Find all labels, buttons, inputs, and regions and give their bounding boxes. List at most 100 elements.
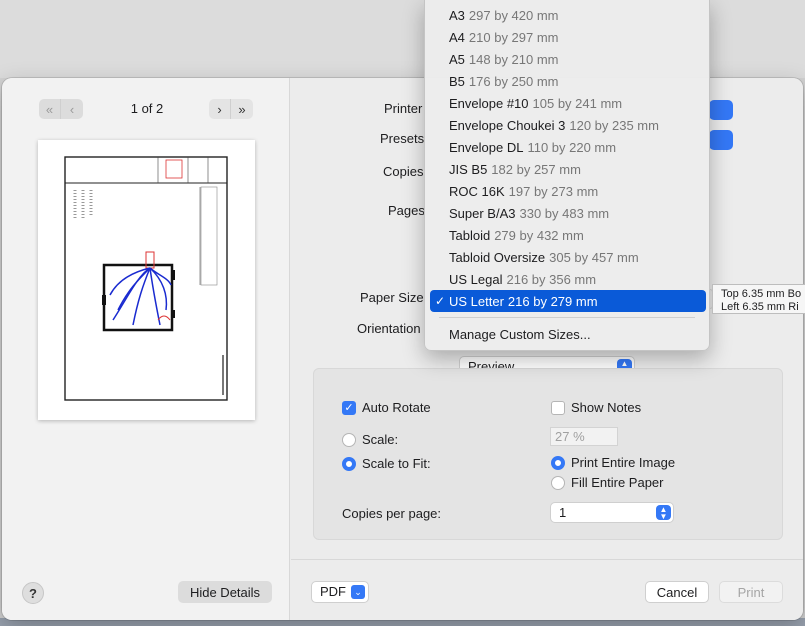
menu-item-a3[interactable]: A3 297 by 420 mm: [430, 4, 706, 26]
previous-page-button[interactable]: ‹: [61, 99, 83, 119]
printer-label: Printer: [384, 101, 423, 116]
presets-label: Presets: [380, 131, 425, 146]
pdf-menu-button[interactable]: PDF ⌄: [311, 581, 369, 603]
menu-item-envelope-dl[interactable]: Envelope DL 110 by 220 mm: [430, 136, 706, 158]
preview-options-panel: ✓ Auto Rotate Show Notes Scale: 27 % Sca…: [313, 368, 783, 540]
manage-custom-sizes-item[interactable]: Manage Custom Sizes...: [430, 323, 706, 345]
pdf-button-label: PDF: [320, 584, 346, 599]
print-button[interactable]: Print: [719, 581, 783, 603]
page-nav-back-group: « ‹: [39, 99, 83, 119]
hide-details-button[interactable]: Hide Details: [178, 581, 272, 603]
menu-item-dim: 110 by 220 mm: [527, 139, 617, 155]
menu-item-name: Super B/A3: [449, 205, 516, 221]
cancel-button[interactable]: Cancel: [645, 581, 709, 603]
menu-item-name: A4: [449, 29, 465, 45]
menu-item-roc-16k[interactable]: ROC 16K 197 by 273 mm: [430, 180, 706, 202]
help-button[interactable]: ?: [22, 582, 44, 604]
scale-row[interactable]: Scale:: [342, 432, 398, 447]
auto-rotate-checkbox[interactable]: ✓: [342, 400, 356, 415]
fill-entire-paper-label: Fill Entire Paper: [571, 475, 664, 490]
menu-item-name: Manage Custom Sizes...: [449, 326, 591, 342]
menu-item-dim: 216 by 279 mm: [507, 293, 598, 309]
menu-item-envelope-choukei-3[interactable]: Envelope Choukei 3 120 by 235 mm: [430, 114, 706, 136]
menu-item-name: Envelope Choukei 3: [449, 117, 566, 133]
copies-per-page-value: 1: [559, 505, 567, 520]
chevron-right-icon: ›: [217, 101, 222, 117]
menu-item-dim: 197 by 273 mm: [508, 183, 599, 199]
menu-item-name: ROC 16K: [449, 183, 505, 199]
copies-per-page-popup[interactable]: 1 ▲ ▼: [550, 502, 674, 523]
scale-radio[interactable]: [342, 432, 356, 447]
show-notes-checkbox[interactable]: [551, 400, 565, 415]
orientation-label: Orientation: [357, 321, 421, 336]
paper-size-menu: A3 297 by 420 mm A4 210 by 297 mm A5 148 by…: [424, 0, 710, 351]
printer-popup[interactable]: [709, 100, 733, 120]
menu-item-dim: 330 by 483 mm: [519, 205, 610, 221]
menu-item-name: B5: [449, 73, 465, 89]
menu-item-name: US Legal: [449, 271, 503, 287]
menu-item-us-legal[interactable]: US Legal 216 by 356 mm: [430, 268, 706, 290]
print-entire-image-row[interactable]: Print Entire Image: [551, 455, 675, 470]
checkmark-icon: ✓: [435, 294, 446, 308]
fill-entire-paper-row[interactable]: Fill Entire Paper: [551, 475, 663, 490]
presets-popup[interactable]: [709, 130, 733, 150]
menu-item-dim: 105 by 241 mm: [532, 95, 623, 111]
last-page-button[interactable]: »: [231, 99, 253, 119]
paper-size-label: Paper Size: [360, 290, 424, 305]
menu-item-name: A3: [449, 7, 465, 23]
menu-separator: [439, 317, 695, 318]
menu-item-dim: 305 by 457 mm: [549, 249, 639, 265]
menu-item-name: Envelope DL: [449, 139, 524, 155]
show-notes-label: Show Notes: [571, 400, 642, 415]
page-nav-forward-group: › »: [209, 99, 253, 119]
menu-item-tabloid-oversize[interactable]: Tabloid Oversize 305 by 457 mm: [430, 246, 706, 268]
print-entire-image-label: Print Entire Image: [571, 455, 676, 470]
scale-to-fit-label: Scale to Fit:: [362, 456, 431, 471]
tooltip-line-2: Left 6.35 mm Ri: [721, 301, 799, 313]
first-page-button[interactable]: «: [39, 99, 61, 119]
menu-item-dim: 182 by 257 mm: [491, 161, 581, 177]
scale-to-fit-row[interactable]: Scale to Fit:: [342, 456, 431, 471]
dialog-footer: PDF ⌄ Cancel Print: [291, 559, 803, 620]
floor-plan-drawing: [64, 156, 228, 401]
menu-item-jis-b5[interactable]: JIS B5 182 by 257 mm: [430, 158, 706, 180]
double-chevron-left-icon: «: [45, 101, 54, 117]
copies-per-page-label: Copies per page:: [342, 506, 442, 521]
menu-item-name: A5: [449, 51, 465, 67]
menu-item-super-b-a3[interactable]: Super B/A3 330 by 483 mm: [430, 202, 706, 224]
menu-item-a4[interactable]: A4 210 by 297 mm: [430, 26, 706, 48]
menu-item-us-letter[interactable]: ✓ US Letter 216 by 279 mm: [430, 290, 706, 312]
page-preview-thumbnail: [38, 140, 255, 420]
fill-entire-paper-radio[interactable]: [551, 475, 565, 490]
menu-item-name: Envelope #10: [449, 95, 529, 111]
menu-item-dim: 120 by 235 mm: [569, 117, 659, 133]
menu-item-envelope-10[interactable]: Envelope #10 105 by 241 mm: [430, 92, 706, 114]
scale-input[interactable]: 27 %: [550, 427, 618, 446]
menu-item-dim: 279 by 432 mm: [494, 227, 584, 243]
print-entire-image-radio[interactable]: [551, 455, 565, 470]
menu-item-dim: 297 by 420 mm: [468, 7, 559, 23]
chevron-down-icon: ⌄: [351, 585, 365, 599]
menu-item-tabloid[interactable]: Tabloid 279 by 432 mm: [430, 224, 706, 246]
tooltip-line-1: Top 6.35 mm Bo: [721, 288, 802, 300]
menu-item-b5[interactable]: B5 176 by 250 mm: [430, 70, 706, 92]
scale-label: Scale:: [362, 432, 399, 447]
copies-label: Copies: [383, 164, 424, 179]
next-page-button[interactable]: ›: [209, 99, 231, 119]
scale-to-fit-radio[interactable]: [342, 456, 356, 471]
menu-item-dim: 216 by 356 mm: [506, 271, 597, 287]
menu-item-dim: 176 by 250 mm: [468, 73, 559, 89]
menu-item-a5[interactable]: A5 148 by 210 mm: [430, 48, 706, 70]
menu-item-name: Tabloid Oversize: [449, 249, 546, 265]
chevron-left-icon: ‹: [69, 101, 75, 117]
preview-pane: « ‹ 1 of 2 › » ? Hide Details: [2, 78, 290, 620]
show-notes-row[interactable]: Show Notes: [551, 400, 641, 415]
double-chevron-right-icon: »: [238, 101, 246, 117]
paper-margins-tooltip: Top 6.35 mm Bo Left 6.35 mm Ri: [712, 284, 805, 314]
page-indicator: 1 of 2: [130, 101, 164, 116]
menu-item-dim: 148 by 210 mm: [468, 51, 559, 67]
menu-item-name: Tabloid: [449, 227, 491, 243]
menu-item-dim: 210 by 297 mm: [468, 29, 559, 45]
auto-rotate-label: Auto Rotate: [362, 400, 431, 415]
auto-rotate-row[interactable]: ✓ Auto Rotate: [342, 400, 431, 415]
